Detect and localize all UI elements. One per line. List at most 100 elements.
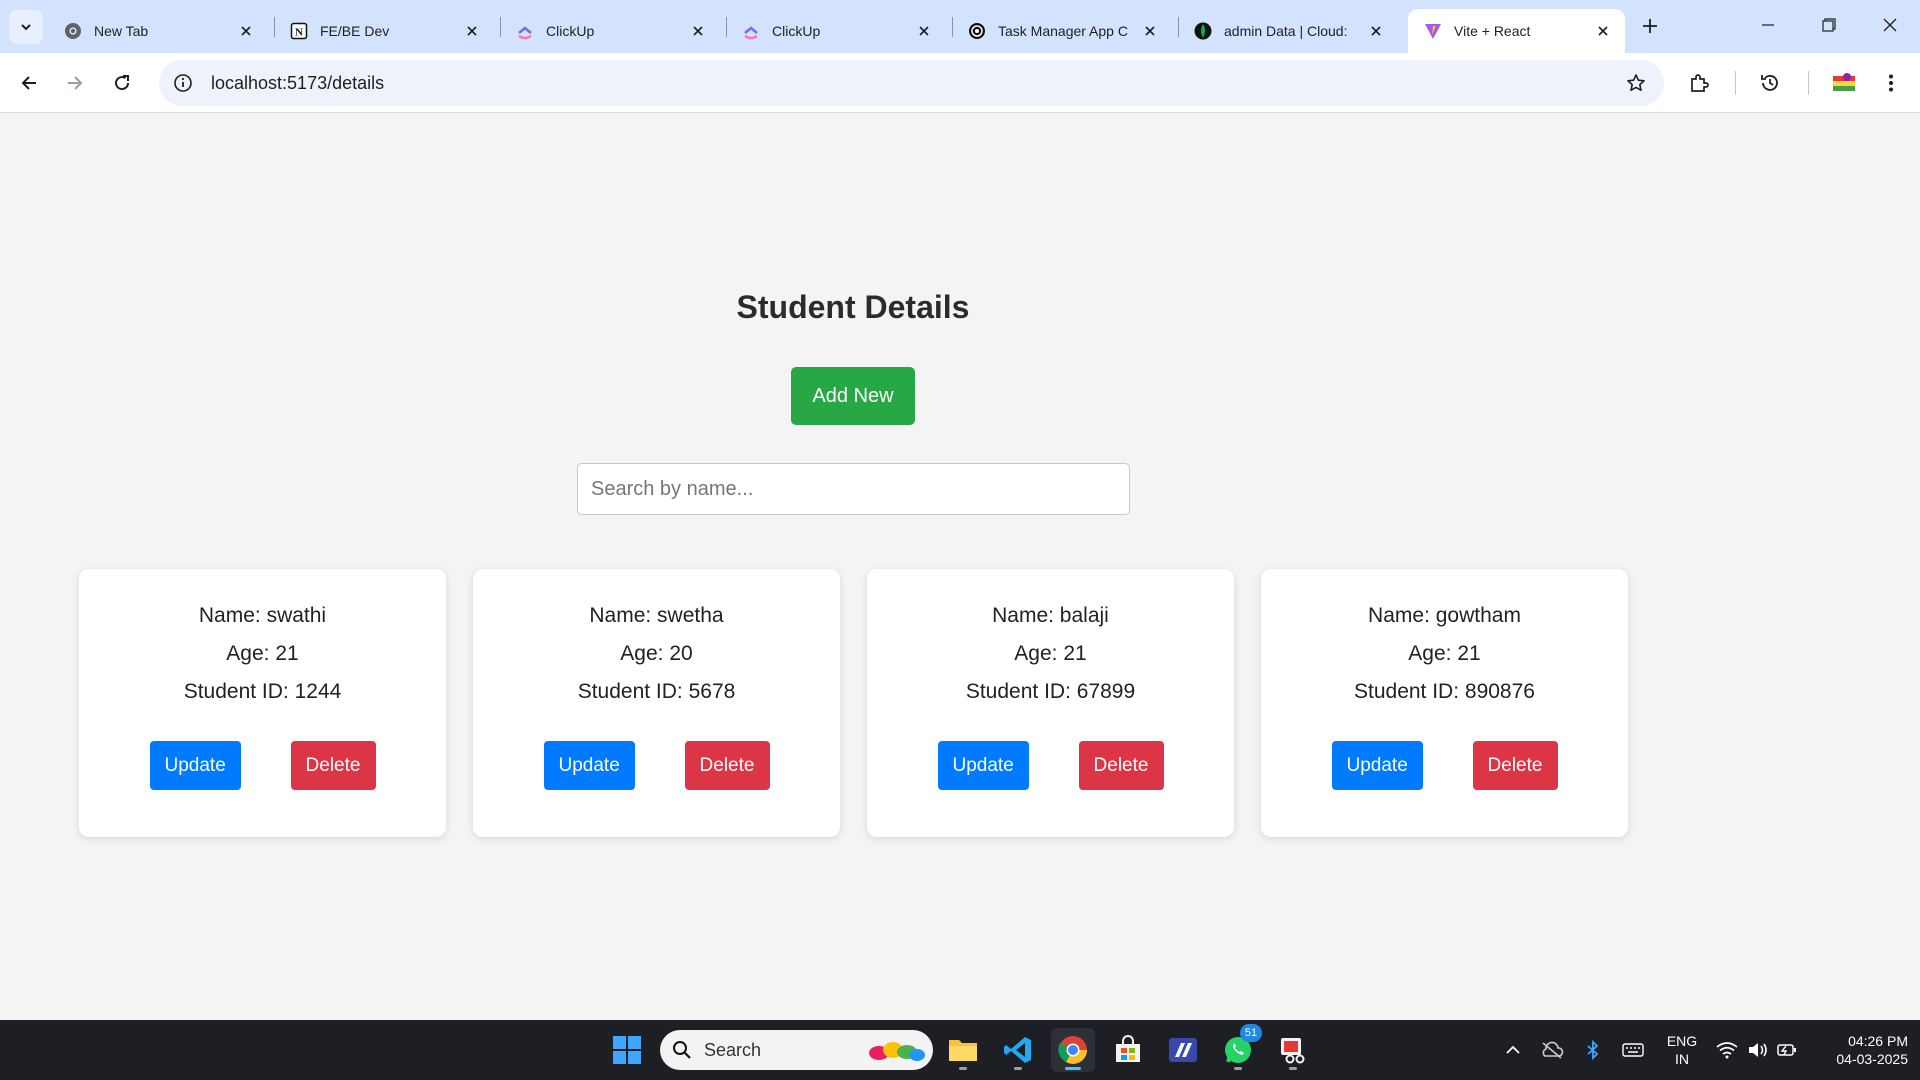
delete-button[interactable]: Delete	[1078, 741, 1164, 790]
taskbar-app-dark-blue[interactable]	[1161, 1028, 1205, 1072]
tab-title: FE/BE Dev	[320, 23, 390, 39]
history-icon	[1761, 75, 1778, 91]
tab-strip: New Tab N FE/BE Dev ClickUp ClickUp Task…	[0, 0, 1920, 53]
taskbar-whatsapp[interactable]: 51	[1216, 1024, 1262, 1072]
address-bar[interactable]: localhost:5173/details	[159, 60, 1664, 106]
update-button[interactable]: Update	[1331, 741, 1423, 790]
close-icon[interactable]	[688, 21, 708, 41]
clickup-icon	[742, 22, 760, 40]
app-icon	[1169, 1038, 1197, 1062]
chrome-icon	[64, 22, 82, 40]
chrome-icon	[1058, 1036, 1087, 1064]
tab-febe-dev[interactable]: N FE/BE Dev	[274, 9, 494, 53]
student-card: Name: swathi Age: 21 Student ID: 1244 Up…	[79, 569, 446, 837]
search-input[interactable]	[577, 463, 1130, 515]
restore-button[interactable]	[1799, 0, 1859, 50]
history-button[interactable]	[1752, 65, 1788, 101]
taskbar-vscode[interactable]	[996, 1028, 1040, 1072]
student-card: Name: swetha Age: 20 Student ID: 5678 Up…	[473, 569, 840, 837]
tab-clickup-1[interactable]: ClickUp	[500, 9, 720, 53]
clickup-icon	[516, 22, 534, 40]
close-icon[interactable]	[914, 21, 934, 41]
add-new-button[interactable]: Add New	[791, 367, 915, 425]
volume-icon[interactable]	[1746, 1038, 1770, 1062]
tab-search-button[interactable]	[9, 10, 43, 44]
update-button[interactable]: Update	[937, 741, 1029, 790]
minimize-icon	[1762, 24, 1774, 26]
close-icon[interactable]	[1140, 21, 1160, 41]
extensions-button[interactable]	[1681, 65, 1717, 101]
system-clock[interactable]: 04:26 PM 04-03-2025	[1808, 1032, 1908, 1068]
tab-admin-data[interactable]: admin Data | Cloud:	[1178, 9, 1398, 53]
notion-icon: N	[290, 22, 308, 40]
student-id: Student ID: 1244	[183, 680, 342, 703]
wifi-icon[interactable]	[1715, 1038, 1739, 1062]
close-icon[interactable]	[462, 21, 482, 41]
delete-button[interactable]: Delete	[290, 741, 376, 790]
start-button[interactable]	[605, 1028, 649, 1072]
new-tab-button[interactable]	[1636, 12, 1664, 40]
student-name: Name: swathi	[198, 604, 327, 627]
update-button[interactable]: Update	[543, 741, 635, 790]
snipping-tool-icon	[1281, 1038, 1305, 1064]
student-id: Student ID: 5678	[577, 680, 736, 703]
svg-text:N: N	[295, 27, 303, 39]
taskbar-search[interactable]: Search	[660, 1030, 933, 1070]
student-age: Age: 20	[620, 642, 693, 665]
back-button[interactable]	[11, 65, 47, 101]
taskbar-chrome[interactable]	[1051, 1028, 1095, 1072]
tray-chevron-up-icon[interactable]	[1501, 1038, 1525, 1062]
student-card: Name: balaji Age: 21 Student ID: 67899 U…	[867, 569, 1234, 837]
url-text[interactable]: localhost:5173/details	[211, 73, 384, 94]
close-icon[interactable]	[1366, 21, 1386, 41]
delete-button[interactable]: Delete	[1472, 741, 1558, 790]
tab-vite-react[interactable]: Vite + React	[1408, 9, 1625, 53]
language-indicator[interactable]: ENG IN	[1664, 1032, 1700, 1068]
taskbar-store[interactable]	[1106, 1028, 1150, 1072]
reload-button[interactable]	[104, 65, 140, 101]
folder-icon	[949, 1040, 977, 1061]
clock-date: 04-03-2025	[1836, 1051, 1908, 1067]
store-icon	[1116, 1035, 1140, 1062]
arrow-right-icon	[68, 76, 83, 90]
taskbar-snipping-tool[interactable]	[1271, 1028, 1315, 1072]
student-age: Age: 21	[1014, 642, 1087, 665]
minimize-button[interactable]	[1738, 0, 1798, 50]
battery-charging-icon[interactable]	[1776, 1038, 1800, 1062]
bookmark-star-icon[interactable]	[1624, 71, 1648, 95]
plus-icon	[1643, 19, 1657, 33]
mongodb-icon	[1194, 22, 1212, 40]
tab-task-manager[interactable]: Task Manager App C	[952, 9, 1172, 53]
taskbar-file-explorer[interactable]	[941, 1028, 985, 1072]
close-icon[interactable]	[1593, 21, 1613, 41]
arrow-left-icon	[21, 76, 36, 90]
tab-title: New Tab	[94, 23, 149, 39]
keyboard-icon[interactable]	[1621, 1038, 1645, 1062]
student-card-list: Name: swathi Age: 21 Student ID: 1244 Up…	[79, 569, 1628, 837]
update-button[interactable]: Update	[149, 741, 241, 790]
profile-avatar[interactable]	[1826, 65, 1862, 101]
student-id: Student ID: 67899	[965, 680, 1136, 703]
toolbar-divider	[1735, 71, 1736, 95]
student-age: Age: 21	[226, 642, 299, 665]
close-icon[interactable]	[236, 21, 256, 41]
card-actions: Update Delete	[79, 741, 446, 790]
windows-icon	[613, 1036, 641, 1064]
browser-menu-button[interactable]	[1873, 65, 1909, 101]
tab-title: ClickUp	[772, 23, 821, 39]
tab-new-tab[interactable]: New Tab	[48, 9, 268, 53]
delete-button[interactable]: Delete	[684, 741, 770, 790]
vscode-icon	[1004, 1037, 1031, 1063]
chevron-down-icon	[21, 24, 31, 31]
tab-title: ClickUp	[546, 23, 595, 39]
running-indicator	[1065, 1067, 1081, 1070]
onedrive-off-icon[interactable]	[1540, 1038, 1564, 1062]
avatar-icon	[1833, 73, 1855, 91]
close-icon	[1883, 18, 1897, 32]
close-window-button[interactable]	[1860, 0, 1920, 50]
tab-clickup-2[interactable]: ClickUp	[726, 9, 946, 53]
bluetooth-icon[interactable]	[1581, 1038, 1605, 1062]
browser-toolbar: localhost:5173/details	[0, 53, 1920, 113]
site-info-icon[interactable]	[171, 71, 195, 95]
forward-button[interactable]	[57, 65, 93, 101]
